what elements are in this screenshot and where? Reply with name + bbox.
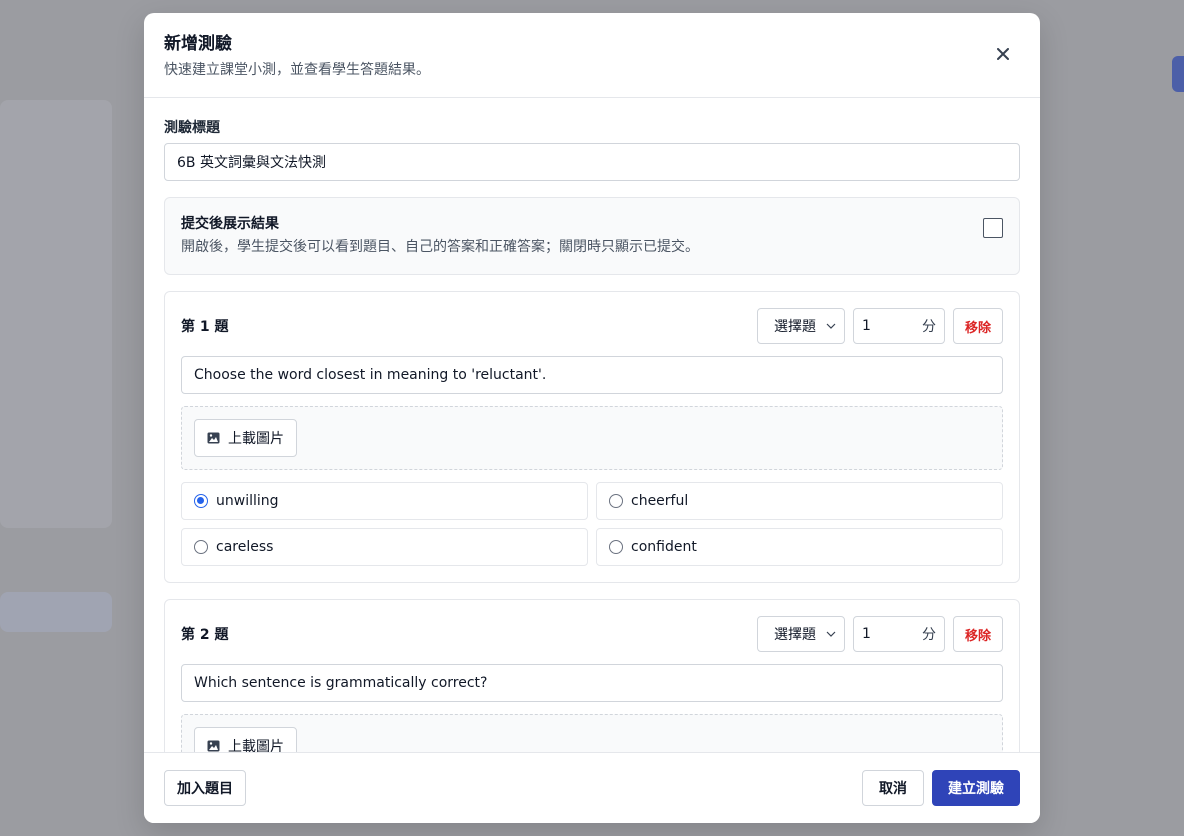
question-header: 第 2 題 選擇題 1 分 移除 bbox=[181, 616, 1003, 652]
option-confident[interactable]: confident bbox=[596, 528, 1003, 566]
modal-title: 新增測驗 bbox=[164, 34, 232, 54]
option-unwilling[interactable]: unwilling bbox=[181, 482, 588, 520]
question-score-input[interactable]: 1 分 bbox=[853, 616, 945, 652]
question-score-unit: 分 bbox=[922, 319, 936, 335]
remove-question-button[interactable]: 移除 bbox=[953, 308, 1003, 344]
chevron-down-icon bbox=[826, 323, 836, 329]
question-title: 第 1 題 bbox=[181, 319, 229, 335]
question-score-unit: 分 bbox=[922, 627, 936, 643]
close-button[interactable] bbox=[994, 45, 1012, 63]
background-panel bbox=[0, 100, 112, 528]
question-header: 第 1 題 選擇題 1 分 移除 bbox=[181, 308, 1003, 344]
modal-footer: 加入題目 取消 建立測驗 bbox=[144, 752, 1040, 823]
add-question-button[interactable]: 加入題目 bbox=[164, 770, 246, 806]
create-quiz-button[interactable]: 建立測驗 bbox=[932, 770, 1020, 806]
quiz-title-label: 測驗標題 bbox=[164, 120, 220, 136]
upload-image-label: 上載圖片 bbox=[228, 739, 284, 752]
option-label: cheerful bbox=[631, 493, 689, 509]
cancel-button[interactable]: 取消 bbox=[862, 770, 924, 806]
option-label: confident bbox=[631, 539, 697, 555]
radio[interactable] bbox=[194, 540, 208, 554]
question-score-value: 1 bbox=[862, 626, 871, 642]
modal-header: 新增測驗 快速建立課堂小測，並查看學生答題結果。 bbox=[144, 13, 1040, 98]
modal-body: 測驗標題 6B 英文詞彙與文法快測 提交後展示結果 開啟後，學生提交後可以看到題… bbox=[144, 98, 1040, 752]
answer-options: unwilling cheerful careless confident bbox=[181, 482, 1003, 566]
option-label: careless bbox=[216, 539, 274, 555]
option-cheerful[interactable]: cheerful bbox=[596, 482, 1003, 520]
background-button bbox=[1172, 56, 1184, 92]
image-upload-zone: 上載圖片 bbox=[181, 406, 1003, 470]
question-type-select[interactable]: 選擇題 bbox=[757, 308, 845, 344]
image-icon bbox=[207, 740, 220, 752]
question-card-1: 第 1 題 選擇題 1 分 移除 Choose the word closest… bbox=[164, 291, 1020, 583]
question-score-value: 1 bbox=[862, 318, 871, 334]
question-type-select[interactable]: 選擇題 bbox=[757, 616, 845, 652]
option-label: unwilling bbox=[216, 493, 279, 509]
image-icon bbox=[207, 432, 220, 444]
background-highlight bbox=[0, 592, 112, 632]
quiz-title-input[interactable]: 6B 英文詞彙與文法快測 bbox=[164, 143, 1020, 181]
upload-image-label: 上載圖片 bbox=[228, 431, 284, 447]
show-results-title: 提交後展示結果 bbox=[181, 216, 279, 232]
question-type-value: 選擇題 bbox=[774, 319, 816, 335]
upload-image-button[interactable]: 上載圖片 bbox=[194, 727, 297, 752]
close-icon bbox=[997, 48, 1009, 60]
chevron-down-icon bbox=[826, 631, 836, 637]
option-careless[interactable]: careless bbox=[181, 528, 588, 566]
radio-selected[interactable] bbox=[194, 494, 208, 508]
modal-subtitle: 快速建立課堂小測，並查看學生答題結果。 bbox=[164, 62, 430, 78]
question-score-input[interactable]: 1 分 bbox=[853, 308, 945, 344]
question-card-2: 第 2 題 選擇題 1 分 移除 Which sentence is gramm… bbox=[164, 599, 1020, 752]
create-quiz-modal: 新增測驗 快速建立課堂小測，並查看學生答題結果。 測驗標題 6B 英文詞彙與文法… bbox=[144, 13, 1040, 823]
question-title: 第 2 題 bbox=[181, 627, 229, 643]
image-upload-zone: 上載圖片 bbox=[181, 714, 1003, 752]
remove-question-button[interactable]: 移除 bbox=[953, 616, 1003, 652]
show-results-checkbox[interactable] bbox=[983, 218, 1003, 238]
question-text-input[interactable]: Choose the word closest in meaning to 'r… bbox=[181, 356, 1003, 394]
show-results-panel: 提交後展示結果 開啟後，學生提交後可以看到題目、自己的答案和正確答案；關閉時只顯… bbox=[164, 197, 1020, 275]
radio[interactable] bbox=[609, 494, 623, 508]
question-type-value: 選擇題 bbox=[774, 627, 816, 643]
show-results-description: 開啟後，學生提交後可以看到題目、自己的答案和正確答案；關閉時只顯示已提交。 bbox=[181, 239, 699, 255]
radio[interactable] bbox=[609, 540, 623, 554]
upload-image-button[interactable]: 上載圖片 bbox=[194, 419, 297, 457]
question-text-input[interactable]: Which sentence is grammatically correct? bbox=[181, 664, 1003, 702]
